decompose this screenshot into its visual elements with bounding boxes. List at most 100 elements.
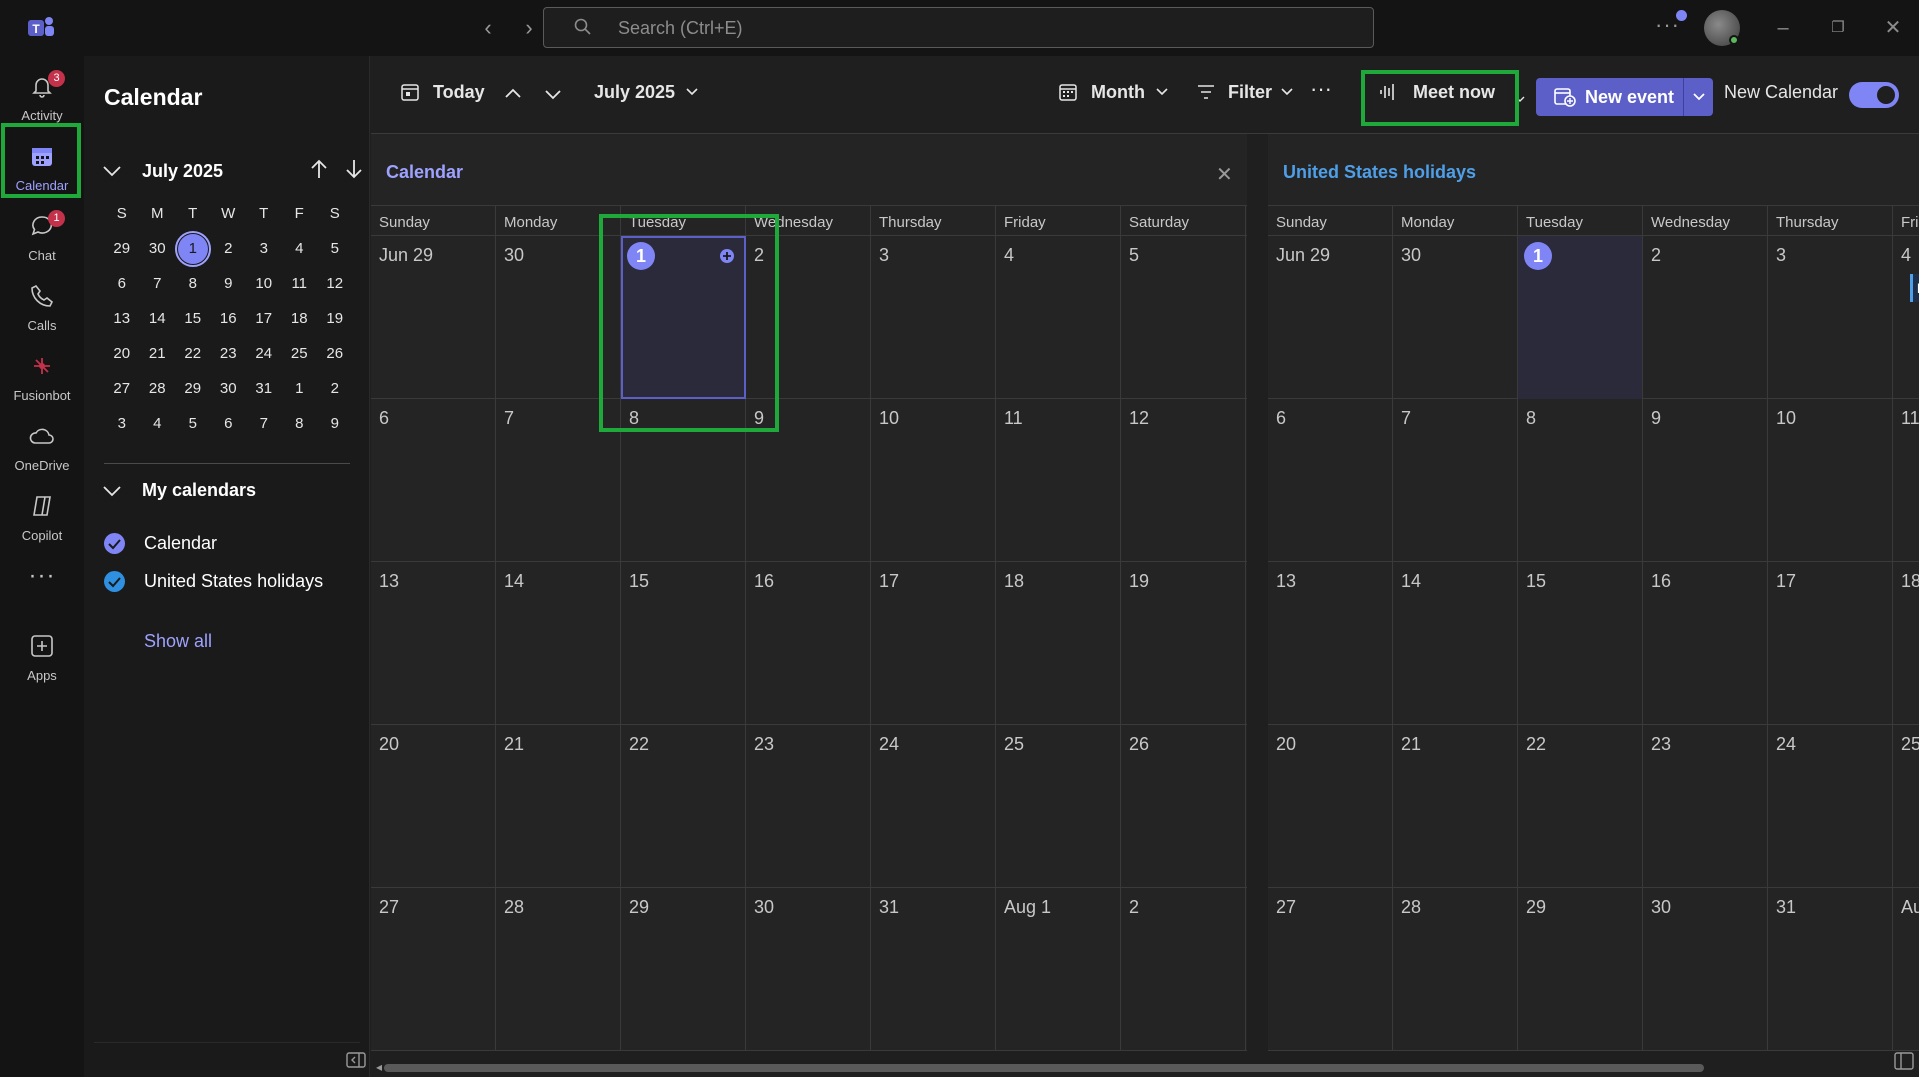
forward-arrow-icon[interactable]: › bbox=[515, 14, 543, 42]
day-cell[interactable]: 8 bbox=[1518, 399, 1643, 562]
mini-calendar-day[interactable]: 11 bbox=[282, 266, 318, 301]
day-cell[interactable]: 27 bbox=[1268, 888, 1393, 1051]
day-cell[interactable]: 15 bbox=[621, 562, 746, 725]
day-cell[interactable]: 30 bbox=[746, 888, 871, 1051]
mini-calendar-day[interactable]: 26 bbox=[317, 336, 353, 371]
day-cell[interactable]: 25 bbox=[1893, 725, 1919, 888]
day-cell[interactable]: 29 bbox=[1518, 888, 1643, 1051]
arrow-up-icon[interactable] bbox=[309, 158, 329, 180]
mini-calendar-day[interactable]: 4 bbox=[282, 231, 318, 266]
mini-calendar-day[interactable]: 1 bbox=[282, 371, 318, 406]
mini-calendar-day[interactable]: 16 bbox=[211, 301, 247, 336]
mini-calendar-day[interactable]: 8 bbox=[282, 406, 318, 441]
day-cell[interactable]: 20 bbox=[1268, 725, 1393, 888]
mini-calendar-day[interactable]: 14 bbox=[140, 301, 176, 336]
day-cell[interactable]: 2 bbox=[1121, 888, 1246, 1051]
day-cell[interactable]: 11 bbox=[996, 399, 1121, 562]
rail-item-calls[interactable]: Calls bbox=[0, 274, 84, 340]
mini-calendar-day[interactable]: 4 bbox=[140, 406, 176, 441]
teams-logo-icon[interactable]: T bbox=[26, 14, 56, 42]
toolbar-more-icon[interactable]: ··· bbox=[1310, 76, 1332, 106]
day-cell[interactable]: 6 bbox=[371, 399, 496, 562]
chevron-down-icon[interactable] bbox=[544, 89, 562, 101]
mini-calendar-day[interactable]: 23 bbox=[211, 336, 247, 371]
mini-calendar-day[interactable]: 2 bbox=[317, 371, 353, 406]
mini-calendar-day[interactable]: 9 bbox=[317, 406, 353, 441]
checkmark-icon[interactable] bbox=[104, 533, 125, 554]
day-cell[interactable]: 11 bbox=[1893, 399, 1919, 562]
day-cell[interactable]: 10 bbox=[871, 399, 996, 562]
calendar-list-item-calendar[interactable]: Calendar bbox=[104, 529, 354, 559]
mini-calendar-day[interactable]: 13 bbox=[104, 301, 140, 336]
minimize-icon[interactable]: – bbox=[1769, 14, 1797, 42]
day-cell[interactable]: 26 bbox=[1121, 725, 1246, 888]
mini-calendar-day[interactable]: 30 bbox=[140, 231, 176, 266]
day-cell[interactable]: 3 bbox=[1768, 236, 1893, 399]
day-cell[interactable]: 1 bbox=[1518, 236, 1643, 399]
rail-item-fusionbot[interactable]: Fusionbot bbox=[0, 344, 84, 410]
day-cell[interactable]: 18 bbox=[996, 562, 1121, 725]
mini-calendar-day[interactable]: 25 bbox=[282, 336, 318, 371]
close-calendar-icon[interactable]: ✕ bbox=[1216, 162, 1233, 187]
new-calendar-toggle[interactable] bbox=[1849, 82, 1899, 108]
day-cell[interactable]: 4 In bbox=[1893, 236, 1919, 399]
day-cell[interactable]: 15 bbox=[1518, 562, 1643, 725]
calendar-list-item-us-holidays[interactable]: United States holidays bbox=[104, 567, 354, 597]
mini-calendar-day[interactable]: 20 bbox=[104, 336, 140, 371]
mini-calendar-day[interactable]: 29 bbox=[104, 231, 140, 266]
day-cell[interactable]: Jun 29 bbox=[371, 236, 496, 399]
day-cell[interactable]: 2 bbox=[1643, 236, 1768, 399]
day-cell[interactable]: 14 bbox=[1393, 562, 1518, 725]
day-cell[interactable]: 12 bbox=[1121, 399, 1246, 562]
day-cell[interactable]: 24 bbox=[1768, 725, 1893, 888]
day-cell[interactable]: 23 bbox=[746, 725, 871, 888]
day-cell[interactable]: 19 bbox=[1121, 562, 1246, 725]
mini-calendar-day[interactable]: 18 bbox=[282, 301, 318, 336]
holiday-event-chip[interactable]: In bbox=[1910, 274, 1919, 302]
rail-item-copilot[interactable]: Copilot bbox=[0, 484, 84, 550]
close-window-icon[interactable]: ✕ bbox=[1879, 14, 1907, 42]
view-switcher-button[interactable]: Month bbox=[1058, 82, 1168, 112]
day-cell[interactable]: 16 bbox=[1643, 562, 1768, 725]
day-cell[interactable]: 5 bbox=[1121, 236, 1246, 399]
day-cell[interactable]: 21 bbox=[1393, 725, 1518, 888]
day-cell[interactable]: Jun 29 bbox=[1268, 236, 1393, 399]
day-cell[interactable]: Aug 1 bbox=[996, 888, 1121, 1051]
mini-calendar-day[interactable]: 22 bbox=[175, 336, 211, 371]
day-cell[interactable]: 28 bbox=[1393, 888, 1518, 1051]
mini-calendar-day[interactable]: 3 bbox=[104, 406, 140, 441]
mini-calendar-day[interactable]: 7 bbox=[140, 266, 176, 301]
horizontal-scrollbar[interactable] bbox=[384, 1064, 1704, 1072]
today-button[interactable]: Today bbox=[400, 82, 485, 112]
day-cell[interactable]: 28 bbox=[496, 888, 621, 1051]
day-cell[interactable]: 4 bbox=[996, 236, 1121, 399]
new-event-dropdown[interactable] bbox=[1683, 78, 1713, 116]
mini-calendar-day[interactable]: 9 bbox=[211, 266, 247, 301]
mini-calendar-day[interactable]: 21 bbox=[140, 336, 176, 371]
rail-item-activity[interactable]: 3 Activity bbox=[0, 64, 84, 130]
day-cell[interactable]: 7 bbox=[1393, 399, 1518, 562]
day-cell[interactable]: 10 bbox=[1768, 399, 1893, 562]
mini-calendar-day[interactable]: 8 bbox=[175, 266, 211, 301]
my-calendars-header[interactable]: My calendars bbox=[102, 476, 362, 506]
day-cell[interactable]: 20 bbox=[371, 725, 496, 888]
day-cell[interactable]: 3 bbox=[871, 236, 996, 399]
day-cell[interactable]: 25 bbox=[996, 725, 1121, 888]
mini-calendar-day[interactable]: 2 bbox=[211, 231, 247, 266]
mini-calendar-day[interactable]: 5 bbox=[317, 231, 353, 266]
restore-icon[interactable]: ❐ bbox=[1824, 14, 1852, 42]
day-cell[interactable]: 6 bbox=[1268, 399, 1393, 562]
mini-calendar-day[interactable]: 12 bbox=[317, 266, 353, 301]
day-cell[interactable]: 30 bbox=[1393, 236, 1518, 399]
day-cell[interactable]: 22 bbox=[1518, 725, 1643, 888]
arrow-down-icon[interactable] bbox=[344, 158, 364, 180]
expand-panel-icon[interactable] bbox=[1894, 1052, 1914, 1070]
back-arrow-icon[interactable]: ‹ bbox=[474, 14, 502, 42]
mini-calendar-day[interactable]: 29 bbox=[175, 371, 211, 406]
day-cell[interactable]: 29 bbox=[621, 888, 746, 1051]
chevron-up-icon[interactable] bbox=[504, 87, 522, 99]
day-cell[interactable]: 18 bbox=[1893, 562, 1919, 725]
day-cell[interactable]: 13 bbox=[1268, 562, 1393, 725]
mini-calendar-day[interactable]: 3 bbox=[246, 231, 282, 266]
collapse-panel-icon[interactable] bbox=[346, 1052, 366, 1068]
